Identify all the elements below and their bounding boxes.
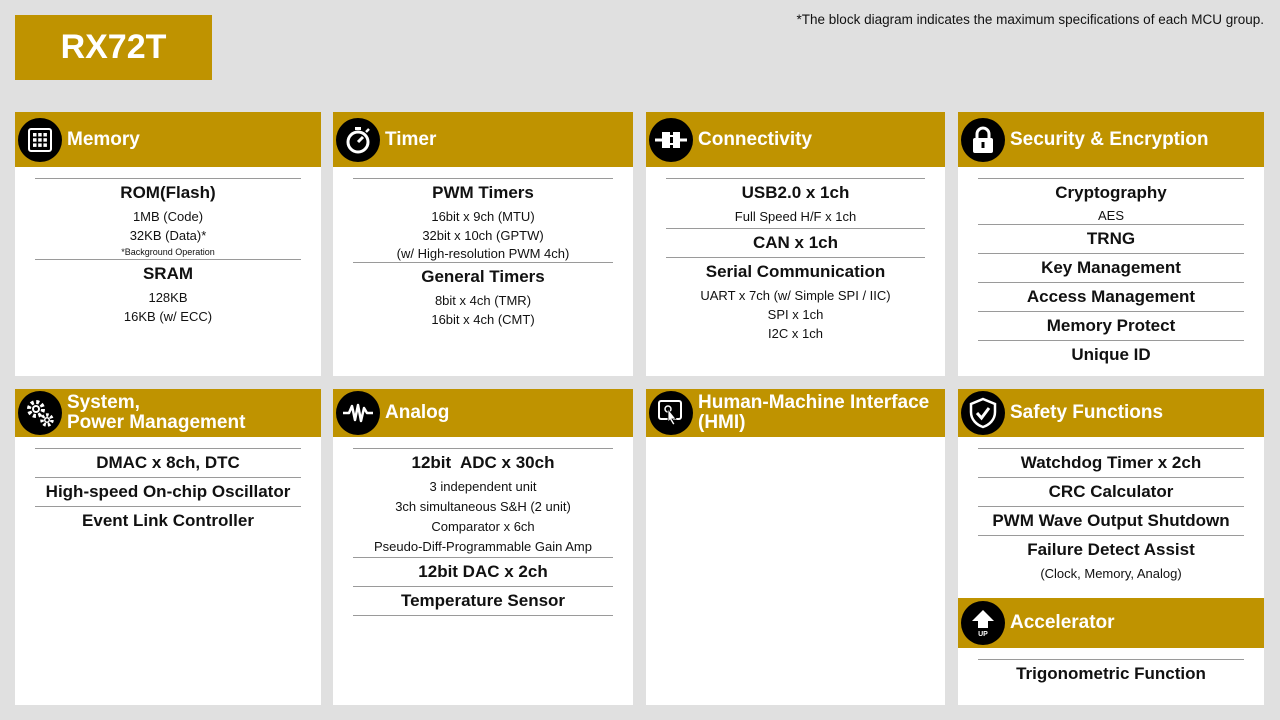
dmac-dtc: DMAC x 8ch, DTC <box>96 453 240 472</box>
trng: TRNG <box>1086 229 1136 248</box>
accelerator-header-label: Accelerator <box>1010 612 1115 633</box>
page-title: RX72T <box>15 15 212 80</box>
memory-chip-icon <box>18 117 62 162</box>
access-management: Access Management <box>1026 287 1196 306</box>
adc-sh: 3ch simultaneous S&H (2 unit) <box>395 499 571 514</box>
serial-uart: UART x 7ch (w/ Simple SPI / IIC) <box>700 288 891 303</box>
security-header-label: Security & Encryption <box>1010 128 1209 150</box>
accelerator-section: UP Accelerator Trigonometric Function <box>958 598 1264 688</box>
adc-comparator: Comparator x 6ch <box>431 519 535 534</box>
connectivity-header: Connectivity <box>646 112 945 167</box>
accelerator-header: UP Accelerator <box>958 598 1264 648</box>
crc-calculator: CRC Calculator <box>1048 482 1174 501</box>
crypto-aes: AES <box>1097 208 1124 223</box>
usb-sub: Full Speed H/F x 1ch <box>734 209 857 224</box>
usb-title: USB2.0 x 1ch <box>741 183 850 202</box>
rom-code: 1MB (Code) <box>132 209 204 224</box>
dac-title: 12bit DAC x 2ch <box>418 562 548 581</box>
safety-panel: Safety Functions Watchdog Timer x 2ch CR… <box>958 389 1264 705</box>
security-header: Security & Encryption <box>958 112 1264 167</box>
pwm-hires: (w/ High-resolution PWM 4ch) <box>396 246 570 261</box>
security-panel: Security & Encryption Cryptography AES T… <box>958 112 1264 376</box>
rom-title: ROM(Flash) <box>120 183 216 202</box>
system-header-line1: System, <box>67 392 140 413</box>
connectivity-panel: Connectivity USB2.0 x 1ch Full Speed H/F… <box>646 112 945 376</box>
memory-header: Memory <box>15 112 321 167</box>
hmi-header-line1: Human-Machine Interface <box>698 392 930 413</box>
pwm-output-shutdown: PWM Wave Output Shutdown <box>992 511 1230 530</box>
serial-i2c: I2C x 1ch <box>768 326 823 341</box>
padlock-icon <box>961 117 1005 162</box>
serial-title: Serial Communication <box>705 262 886 281</box>
rom-note: *Background Operation <box>121 247 215 257</box>
key-management: Key Management <box>1041 258 1181 277</box>
sram-size: 128KB <box>148 290 188 305</box>
pwm-gptw: 32bit x 10ch (GPTW) <box>422 228 544 243</box>
timer-panel: Timer PWM Timers 16bit x 9ch (MTU) 32bit… <box>333 112 633 376</box>
adc-title: 12bit ADC x 30ch <box>411 453 555 472</box>
event-link-controller: Event Link Controller <box>82 511 254 530</box>
failure-detect-assist: Failure Detect Assist <box>1027 540 1195 559</box>
rom-data: 32KB (Data)* <box>129 228 207 243</box>
up-label: UP <box>978 631 988 638</box>
memory-header-label: Memory <box>67 128 140 150</box>
touch-screen-icon <box>649 391 693 435</box>
gen-cmt: 16bit x 4ch (CMT) <box>431 312 535 327</box>
connectivity-header-label: Connectivity <box>698 128 813 150</box>
stopwatch-icon <box>336 117 380 162</box>
adc-units: 3 independent unit <box>429 479 537 494</box>
analog-header: Analog <box>333 389 633 437</box>
hmi-header-line2: (HMI) <box>698 412 746 433</box>
trigonometric-function: Trigonometric Function <box>1016 664 1206 683</box>
memory-protect: Memory Protect <box>1046 316 1176 335</box>
safety-header-label: Safety Functions <box>1010 402 1164 423</box>
system-header: System, Power Management <box>15 389 321 437</box>
hmi-panel: Human-Machine Interface (HMI) <box>646 389 945 705</box>
safety-header: Safety Functions <box>958 389 1264 437</box>
sram-title: SRAM <box>142 264 194 283</box>
hmi-header: Human-Machine Interface (HMI) <box>646 389 945 437</box>
oscillator: High-speed On-chip Oscillator <box>45 482 291 501</box>
memory-panel: Memory ROM(Flash) 1MB (Code) 32KB (Data)… <box>15 112 321 376</box>
shield-check-icon <box>961 391 1005 435</box>
footnote: *The block diagram indicates the maximum… <box>796 12 1264 27</box>
pwm-mtu: 16bit x 9ch (MTU) <box>431 209 535 224</box>
unique-id: Unique ID <box>1071 345 1151 364</box>
sram-ecc: 16KB (w/ ECC) <box>123 309 213 324</box>
up-arrow-icon: UP <box>961 601 1005 645</box>
timer-header-label: Timer <box>385 128 437 150</box>
gen-tmr: 8bit x 4ch (TMR) <box>434 293 532 308</box>
system-header-line2: Power Management <box>67 412 246 433</box>
temperature-sensor: Temperature Sensor <box>400 591 566 610</box>
serial-spi: SPI x 1ch <box>767 307 824 322</box>
can-title: CAN x 1ch <box>752 233 839 252</box>
waveform-icon <box>336 391 380 435</box>
failure-detect-sub: (Clock, Memory, Analog) <box>1040 566 1182 581</box>
general-timers-title: General Timers <box>421 267 545 286</box>
timer-header: Timer <box>333 112 633 167</box>
gears-icon <box>18 391 62 435</box>
watchdog-timer: Watchdog Timer x 2ch <box>1020 453 1202 472</box>
adc-pga: Pseudo-Diff-Programmable Gain Amp <box>374 539 592 554</box>
pwm-timers-title: PWM Timers <box>432 183 534 202</box>
plug-icon <box>649 117 693 162</box>
system-panel: System, Power Management DMAC x 8ch, DTC… <box>15 389 321 705</box>
crypto-title: Cryptography <box>1055 183 1167 202</box>
analog-panel: Analog 12bit ADC x 30ch 3 independent un… <box>333 389 633 705</box>
analog-header-label: Analog <box>385 402 450 423</box>
